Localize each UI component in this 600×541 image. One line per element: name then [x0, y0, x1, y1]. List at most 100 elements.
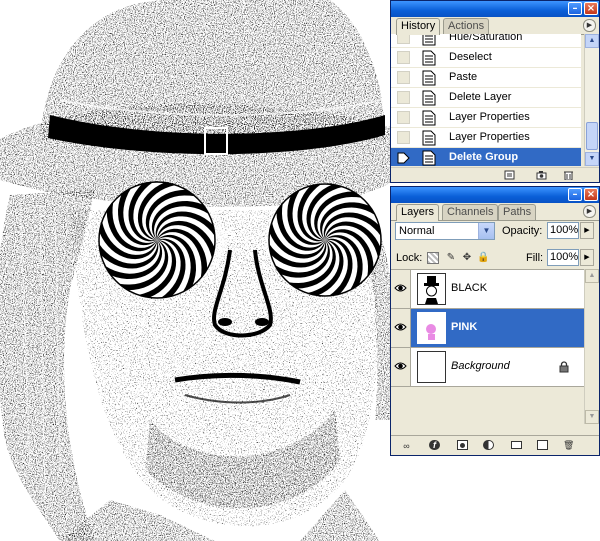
visibility-toggle[interactable] [391, 309, 411, 347]
scroll-thumb[interactable] [586, 122, 598, 150]
history-panel: – × History Actions ▶ Hue/Saturation Des… [390, 0, 600, 183]
lock-transparent-icon[interactable] [427, 252, 439, 264]
layer-name[interactable]: BLACK [451, 282, 487, 294]
snapshot-source-checkbox[interactable] [397, 111, 410, 124]
snapshot-source-checkbox[interactable] [397, 34, 410, 44]
opacity-label: Opacity: [502, 225, 543, 237]
history-scrollbar[interactable]: ▲ ▼ [584, 34, 599, 166]
history-item[interactable]: Hue/Saturation [391, 34, 581, 48]
tab-history[interactable]: History [396, 18, 441, 35]
layer-row-pink[interactable]: PINK [391, 309, 587, 348]
spiral-right-eye [268, 183, 382, 297]
layer-style-icon[interactable]: f [429, 440, 440, 450]
history-item-label: Layer Properties [449, 131, 530, 143]
fill-slider-arrow-icon[interactable]: ▶ [580, 249, 594, 266]
history-item-label: Deselect [449, 51, 492, 63]
lock-label: Lock: [396, 252, 423, 264]
lock-all-icon[interactable]: 🔒 [477, 252, 489, 264]
history-list[interactable]: Hue/Saturation Deselect Paste Delete Lay… [391, 34, 581, 166]
history-state-icon [422, 90, 436, 106]
eye-icon [394, 323, 407, 331]
layers-scrollbar[interactable]: ▲ ▼ [584, 269, 599, 424]
layers-titlebar[interactable]: – × [391, 187, 599, 203]
layer-thumbnail [417, 273, 446, 305]
layers-tabbar: Layers Channels Paths ▶ [391, 203, 599, 221]
opacity-slider-arrow-icon[interactable]: ▶ [580, 222, 594, 239]
visibility-toggle[interactable] [391, 270, 411, 308]
layer-row-background[interactable]: Background [391, 348, 587, 387]
tab-channels[interactable]: Channels [442, 204, 499, 220]
history-state-icon [422, 50, 436, 66]
layers-bottombar: ∞ f 🗑 [391, 435, 599, 455]
trash-icon[interactable] [563, 170, 574, 180]
history-item[interactable]: Layer Properties [391, 128, 581, 148]
chevron-down-icon[interactable]: ▼ [478, 223, 494, 239]
scroll-down-icon[interactable]: ▼ [585, 152, 599, 166]
history-item[interactable]: Deselect [391, 48, 581, 68]
layers-panel: – × Layers Channels Paths ▶ Normal ▼ Opa… [390, 186, 600, 456]
close-button[interactable]: × [584, 2, 598, 15]
history-state-icon [422, 110, 436, 126]
minimize-button[interactable]: – [568, 2, 582, 15]
panel-menu-icon[interactable]: ▶ [583, 19, 596, 32]
minimize-button[interactable]: – [568, 188, 582, 201]
history-item[interactable]: Layer Properties [391, 108, 581, 128]
hat-crown [40, 0, 385, 140]
history-bottombar [391, 167, 599, 182]
fill-field[interactable]: 100% [547, 249, 579, 266]
eye-icon [394, 284, 407, 292]
close-button[interactable]: × [584, 188, 598, 201]
layer-thumbnail [417, 351, 446, 383]
history-item-label: Delete Layer [449, 91, 512, 103]
tab-paths[interactable]: Paths [498, 204, 537, 220]
link-icon[interactable]: ∞ [401, 441, 412, 451]
history-state-icon [422, 70, 436, 86]
visibility-toggle[interactable] [391, 348, 411, 386]
history-item-selected[interactable]: Delete Group [391, 148, 581, 166]
scroll-up-icon[interactable]: ▲ [585, 269, 599, 283]
history-item-label: Paste [449, 71, 478, 83]
history-state-icon [422, 130, 436, 146]
history-item-label: Hue/Saturation [449, 34, 523, 43]
panel-menu-icon[interactable]: ▶ [583, 205, 596, 218]
scroll-up-icon[interactable]: ▲ [585, 34, 599, 48]
tab-actions[interactable]: Actions [443, 18, 490, 34]
history-state-icon [422, 150, 436, 166]
history-state-icon [422, 34, 436, 46]
eye-icon [394, 362, 407, 370]
new-layer-icon[interactable] [537, 440, 548, 450]
lock-position-move-icon[interactable]: ✥ [461, 252, 473, 264]
camera-icon[interactable] [536, 170, 547, 180]
new-document-icon[interactable] [504, 170, 515, 180]
blend-mode-select[interactable]: Normal ▼ [395, 222, 495, 240]
layer-name[interactable]: PINK [451, 321, 477, 333]
snapshot-source-checkbox[interactable] [397, 51, 410, 64]
opacity-field[interactable]: 100% [547, 222, 579, 239]
tab-layers[interactable]: Layers [396, 204, 440, 221]
lock-icon [559, 361, 569, 373]
history-tabbar: History Actions ▶ [391, 17, 599, 35]
history-item[interactable]: Paste [391, 68, 581, 88]
scroll-down-icon[interactable]: ▼ [585, 410, 599, 424]
history-item[interactable]: Delete Layer [391, 88, 581, 108]
layer-row-black[interactable]: BLACK [391, 270, 587, 309]
snapshot-source-checkbox[interactable] [397, 131, 410, 144]
blend-mode-value: Normal [399, 225, 435, 237]
mask-icon[interactable] [457, 440, 468, 450]
adjustment-layer-icon[interactable] [483, 440, 494, 450]
snapshot-source-checkbox[interactable] [397, 91, 410, 104]
fill-label: Fill: [526, 252, 544, 264]
layer-name[interactable]: Background [451, 360, 510, 372]
lock-image-brush-icon[interactable]: ✎ [445, 252, 457, 264]
history-state-pointer-icon[interactable] [397, 152, 410, 164]
snapshot-source-checkbox[interactable] [397, 71, 410, 84]
history-item-label: Delete Group [449, 151, 519, 163]
folder-icon[interactable] [511, 441, 522, 449]
history-item-label: Layer Properties [449, 111, 530, 123]
spiral-left-eye [98, 181, 216, 299]
history-titlebar[interactable]: – × [391, 1, 599, 17]
layer-thumbnail [417, 312, 446, 344]
trash-icon[interactable]: 🗑 [563, 440, 574, 450]
layers-list-empty-area[interactable] [391, 387, 587, 425]
layers-list[interactable]: BLACK PINK Background [391, 269, 587, 425]
